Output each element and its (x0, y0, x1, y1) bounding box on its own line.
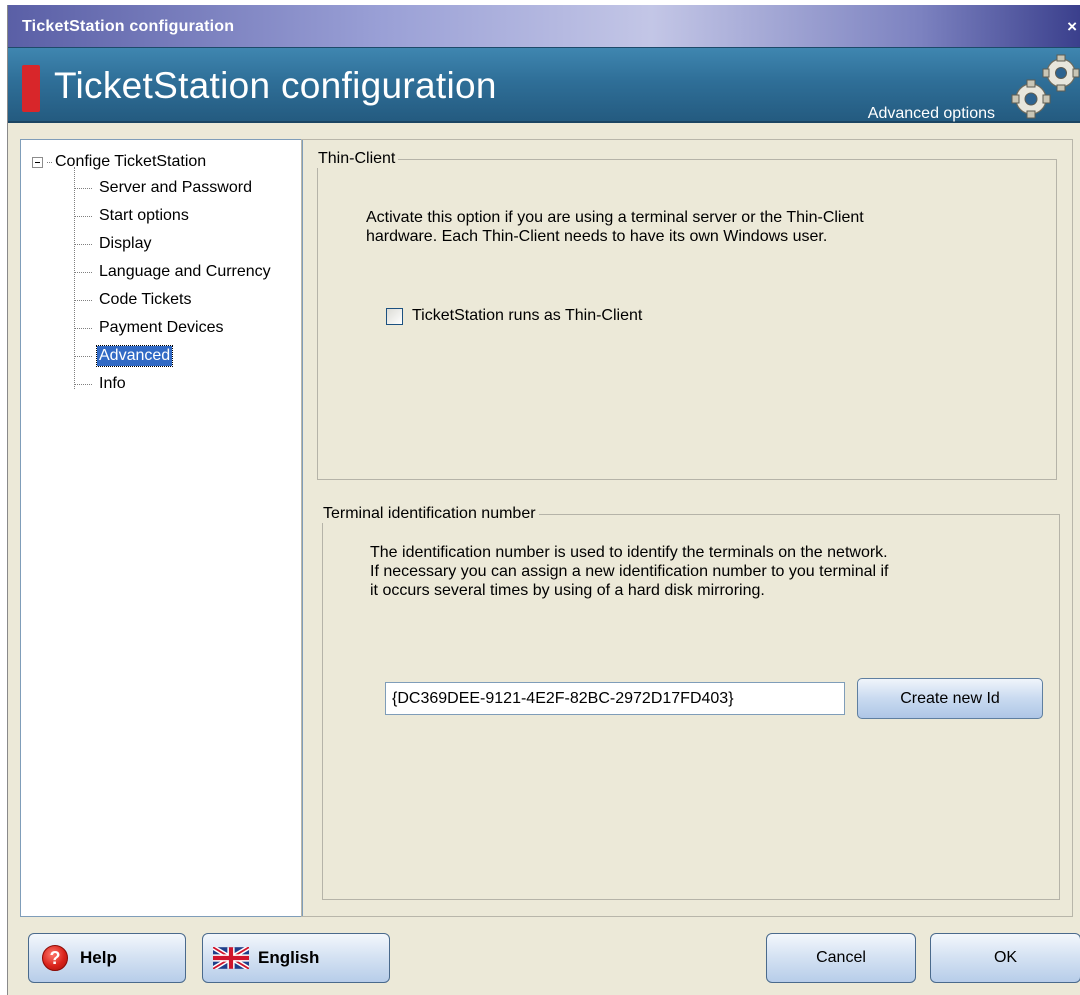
ok-button[interactable]: OK (930, 933, 1080, 983)
create-new-id-button[interactable]: Create new Id (857, 678, 1043, 719)
tree-item-label: Info (99, 375, 126, 392)
language-button[interactable]: English (202, 933, 390, 983)
tree-item-info[interactable]: Info (74, 373, 128, 395)
tree-connector (74, 299, 92, 301)
language-button-label: English (258, 948, 320, 967)
terminal-id-description-line: The identification number is used to ide… (370, 544, 888, 561)
tree-item-label: Payment Devices (99, 319, 224, 336)
thin-client-legend: Thin-Client (318, 150, 396, 167)
tree-item-label: Advanced (95, 345, 174, 367)
thin-client-checkbox-label: TicketStation runs as Thin-Client (412, 307, 643, 324)
thin-client-description-line: Activate this option if you are using a … (366, 209, 864, 226)
cancel-button[interactable]: Cancel (766, 933, 916, 983)
terminal-id-description-line: it occurs several times by using of a ha… (370, 582, 765, 599)
header-title: TicketStation configuration (54, 65, 497, 106)
help-button[interactable]: ? Help (28, 933, 186, 983)
thin-client-checkbox[interactable] (386, 307, 403, 325)
tree-connector (74, 271, 92, 273)
tree-connector (47, 161, 52, 163)
tree-item-label: Display (99, 235, 152, 252)
gears-icon (1011, 54, 1080, 119)
tree-item-advanced[interactable]: Advanced (74, 345, 174, 367)
thin-client-group: Thin-Client Activate this option if you … (317, 150, 1057, 480)
thin-client-description: Activate this option if you are using a … (366, 208, 1006, 246)
terminal-id-legend: Terminal identification number (323, 505, 536, 522)
header-banner: TicketStation configuration Advanced opt… (8, 47, 1080, 123)
config-window: TicketStation configuration × TicketStat… (7, 5, 1080, 995)
tree-connector (74, 215, 92, 217)
tree-connector (74, 243, 92, 245)
terminal-id-group: Terminal identification number The ident… (322, 505, 1060, 900)
window-title: TicketStation configuration (22, 18, 235, 35)
tree-connector (74, 187, 92, 189)
tree-item-payment-devices[interactable]: Payment Devices (74, 317, 226, 339)
help-button-label: Help (80, 948, 117, 967)
header-subtitle: Advanced options (867, 105, 995, 122)
tree-connector (74, 327, 92, 329)
tree-root-label: Confige TicketStation (55, 153, 207, 170)
thin-client-checkbox-row[interactable]: TicketStation runs as Thin-Client (386, 307, 642, 325)
terminal-id-description-line: If necessary you can assign a new identi… (370, 563, 889, 580)
title-bar[interactable]: TicketStation configuration × (8, 5, 1080, 47)
navigation-tree: Confige TicketStation Server and Passwor… (20, 139, 303, 917)
close-icon[interactable]: × (1067, 17, 1077, 37)
tree-item-start-options[interactable]: Start options (74, 205, 191, 227)
tree-item-label: Start options (99, 207, 189, 224)
collapse-icon[interactable] (32, 156, 43, 168)
tree-item-code-tickets[interactable]: Code Tickets (74, 289, 193, 311)
tree-item-display[interactable]: Display (74, 233, 153, 255)
tree-root[interactable]: Confige TicketStation (32, 153, 206, 171)
tree-connector (74, 355, 92, 357)
tree-connector (74, 383, 92, 385)
uk-flag-icon (213, 947, 249, 969)
terminal-id-description: The identification number is used to ide… (370, 543, 1020, 600)
help-icon: ? (42, 945, 68, 971)
tree-item-label: Language and Currency (99, 263, 271, 280)
terminal-id-input[interactable] (385, 682, 845, 715)
advanced-options-panel: Thin-Client Activate this option if you … (301, 139, 1073, 917)
tree-item-language-currency[interactable]: Language and Currency (74, 261, 273, 283)
header-accent (22, 65, 40, 112)
tree-item-label: Code Tickets (99, 291, 192, 308)
tree-item-server-password[interactable]: Server and Password (74, 177, 254, 199)
thin-client-description-line: hardware. Each Thin-Client needs to have… (366, 228, 828, 245)
tree-item-label: Server and Password (99, 179, 252, 196)
